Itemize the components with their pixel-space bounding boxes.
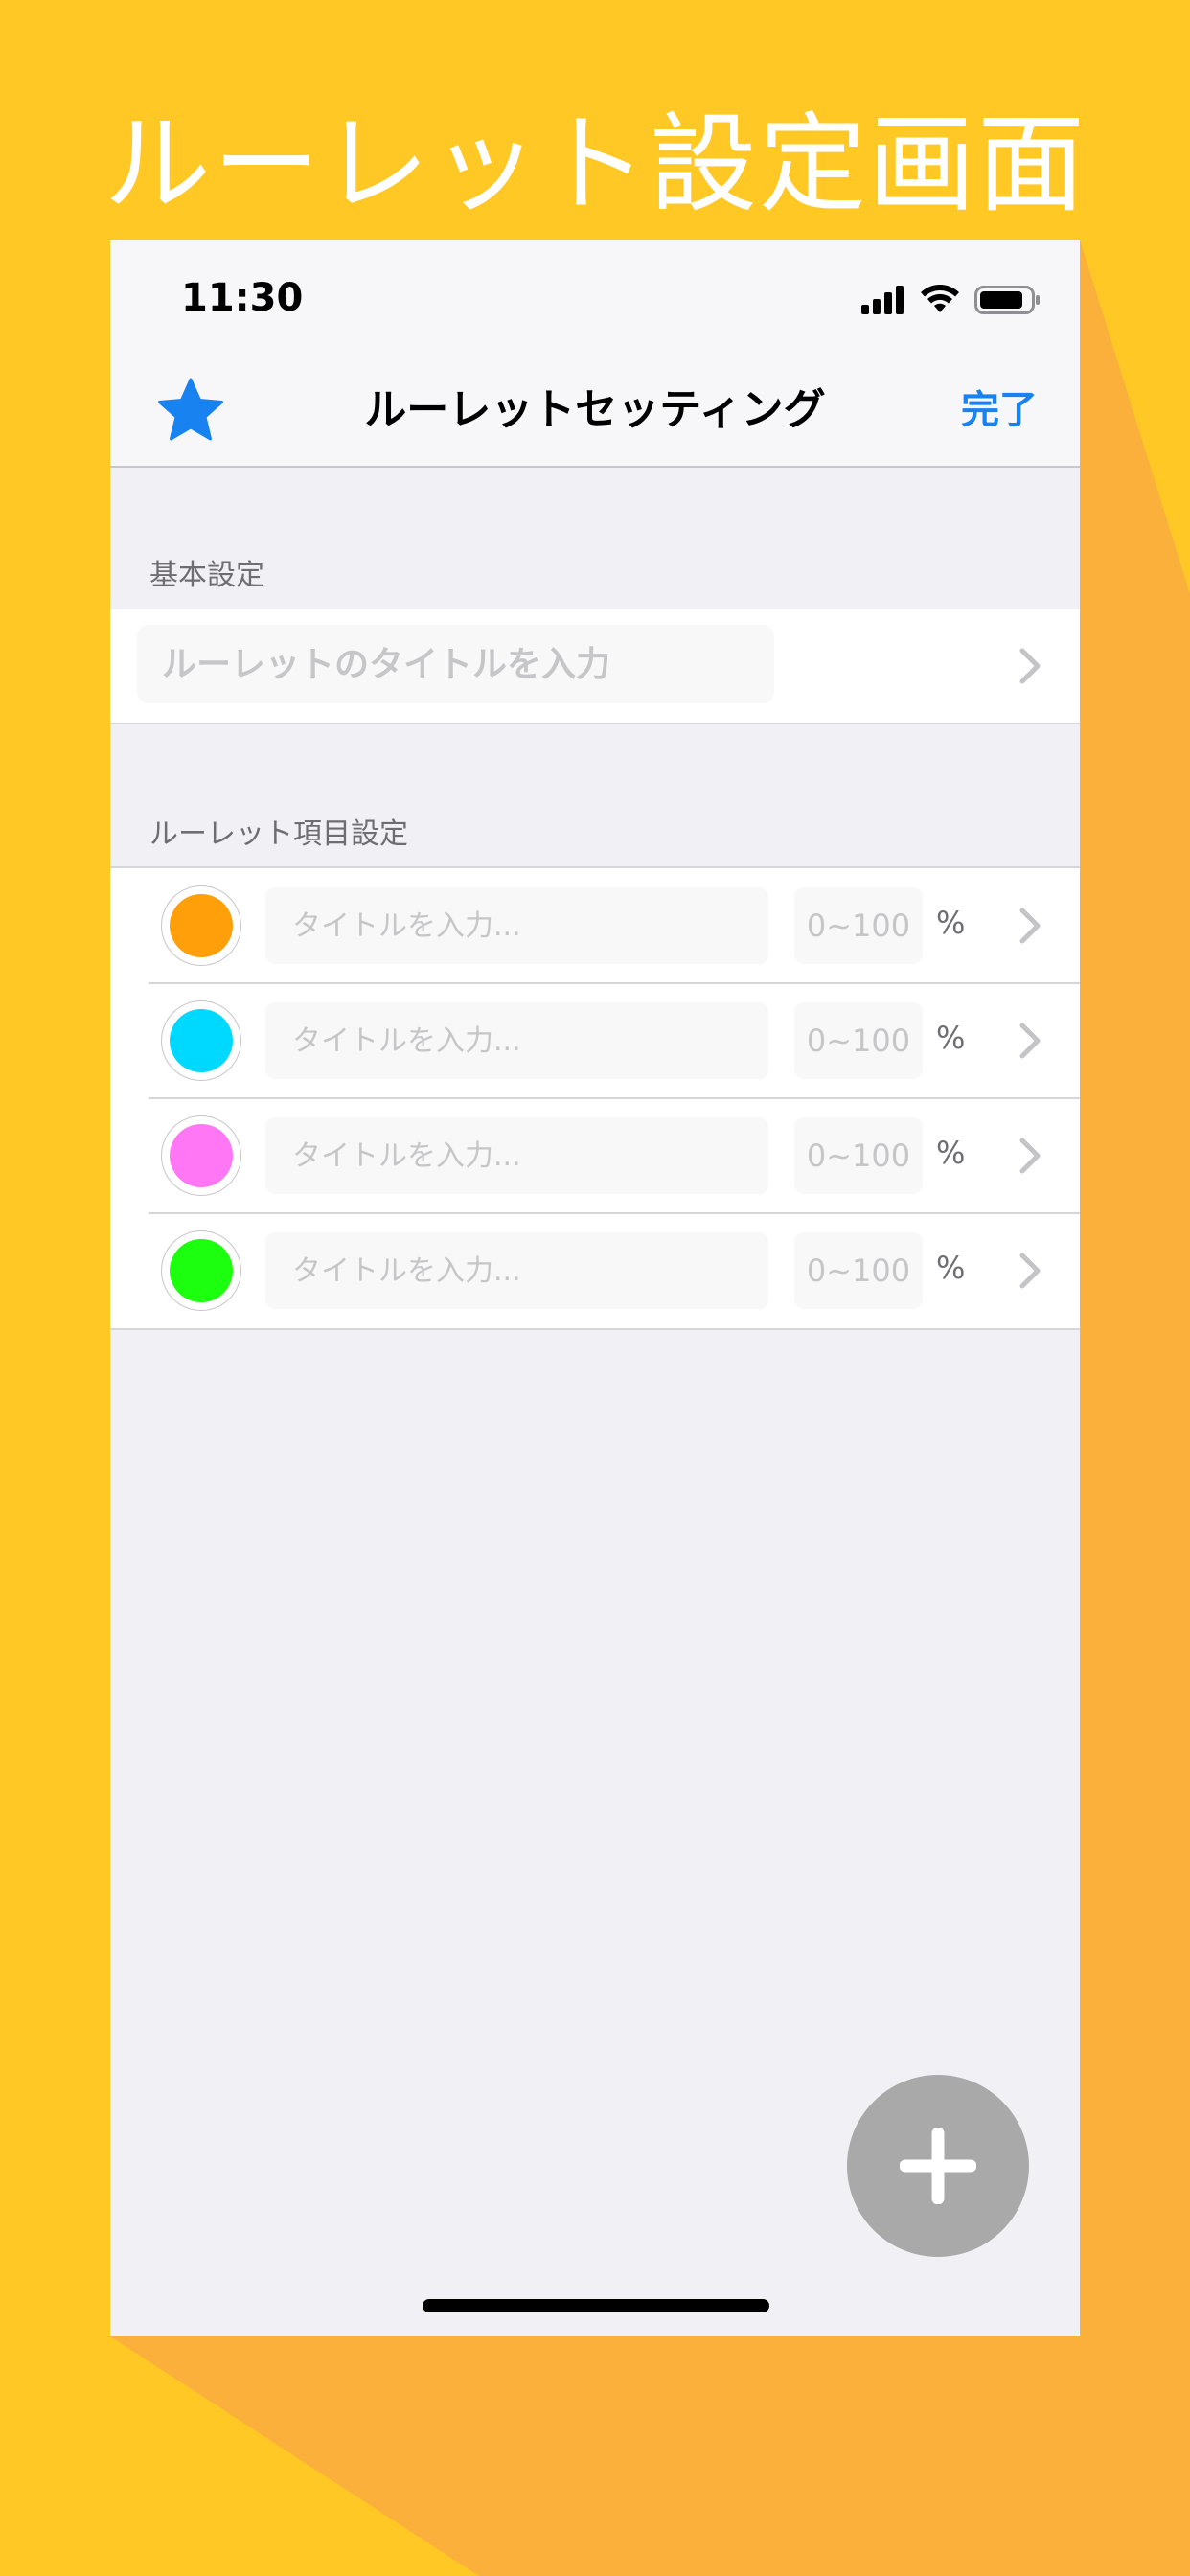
- item-title-input[interactable]: [265, 1232, 768, 1309]
- roulette-title-row[interactable]: [110, 610, 1080, 724]
- basic-section-header: 基本設定: [149, 559, 264, 592]
- color-picker-button[interactable]: [161, 886, 241, 966]
- item-percent-input[interactable]: [794, 1002, 923, 1079]
- roulette-items-list: % % %: [110, 866, 1080, 1330]
- color-picker-button[interactable]: [161, 1116, 241, 1196]
- roulette-item-row[interactable]: %: [110, 868, 1080, 983]
- item-title-input[interactable]: [265, 1002, 768, 1079]
- add-item-button[interactable]: [847, 2075, 1029, 2257]
- roulette-item-row[interactable]: %: [110, 1212, 1080, 1328]
- wifi-icon: [921, 285, 959, 312]
- color-dot: [170, 1239, 233, 1302]
- navigation-bar: ルーレットセッティング 完了: [110, 355, 1080, 468]
- status-bar: 11:30: [110, 240, 1080, 355]
- items-section-header: ルーレット項目設定: [149, 817, 408, 851]
- battery-icon: [974, 286, 1040, 314]
- item-title-input[interactable]: [265, 1117, 768, 1194]
- item-title-input[interactable]: [265, 887, 768, 964]
- nav-title: ルーレットセッティング: [364, 385, 826, 434]
- percent-unit-label: %: [936, 1020, 966, 1056]
- item-percent-input[interactable]: [794, 1232, 923, 1309]
- color-dot: [170, 1124, 233, 1187]
- item-percent-input[interactable]: [794, 887, 923, 964]
- percent-unit-label: %: [936, 1250, 966, 1286]
- roulette-item-row[interactable]: %: [110, 1097, 1080, 1213]
- percent-unit-label: %: [936, 905, 966, 941]
- color-dot: [170, 1009, 233, 1072]
- status-time: 11:30: [181, 276, 304, 320]
- home-indicator: [423, 2299, 769, 2312]
- star-icon[interactable]: [156, 376, 225, 445]
- roulette-item-row[interactable]: %: [110, 982, 1080, 1098]
- item-percent-input[interactable]: [794, 1117, 923, 1194]
- roulette-title-input[interactable]: [137, 625, 774, 703]
- color-picker-button[interactable]: [161, 1230, 241, 1311]
- status-icons: [861, 282, 1043, 316]
- color-dot: [170, 894, 233, 957]
- chevron-right-icon: [1019, 648, 1041, 684]
- signal-icon: [861, 286, 904, 314]
- percent-unit-label: %: [936, 1135, 966, 1171]
- chevron-right-icon: [1019, 1253, 1041, 1289]
- chevron-right-icon: [1019, 1138, 1041, 1174]
- promo-title: ルーレット設定画面: [103, 103, 1087, 227]
- color-picker-button[interactable]: [161, 1000, 241, 1081]
- plus-icon: [900, 2128, 976, 2204]
- done-button[interactable]: 完了: [961, 355, 1038, 466]
- chevron-right-icon: [1019, 908, 1041, 944]
- chevron-right-icon: [1019, 1023, 1041, 1059]
- phone-screen: 11:30 ルーレットセッティング 完了 基本設定 ルーレットのタイトルを入力 …: [110, 240, 1080, 2336]
